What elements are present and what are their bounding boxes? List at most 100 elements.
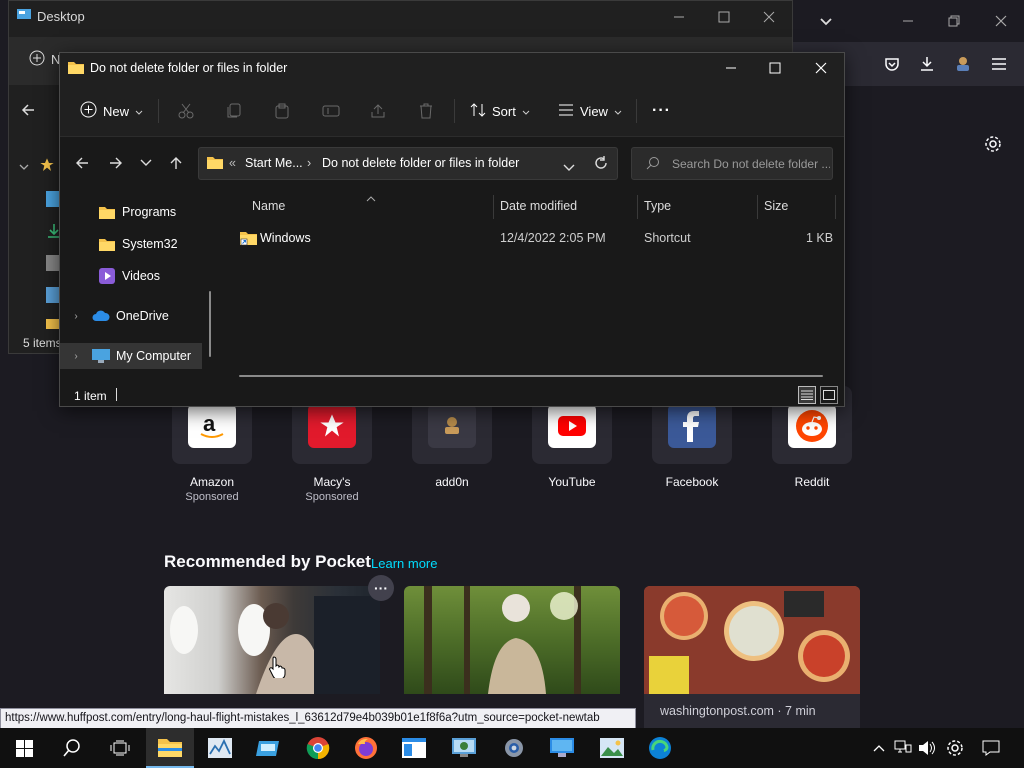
pocket-card-menu-button[interactable]: ··· [368, 575, 394, 601]
nav-item-system32[interactable]: System32 [60, 231, 210, 257]
status-bar: 1 item [60, 383, 844, 408]
top-site-label: Facebook [665, 475, 719, 489]
desktop-expand-chevron-icon[interactable] [19, 159, 29, 177]
address-bar[interactable]: « Start Me... › Do not delete folder or … [198, 147, 618, 180]
top-site-label: Amazon [189, 475, 235, 489]
breadcrumb-overflow[interactable]: « [229, 156, 236, 170]
system-info-icon[interactable] [440, 728, 488, 768]
toolbar-divider [158, 99, 159, 123]
plus-icon [80, 101, 97, 121]
resource-monitor-icon[interactable] [196, 728, 244, 768]
nav-item-onedrive[interactable]: › OneDrive [60, 303, 210, 329]
column-header-name[interactable]: Name [252, 199, 285, 213]
nav-item-my-computer[interactable]: › My Computer [60, 343, 202, 369]
minimize-button[interactable] [708, 53, 754, 83]
app-window-icon[interactable] [244, 728, 292, 768]
back-icon[interactable] [70, 151, 94, 175]
rename-icon[interactable] [322, 95, 340, 127]
chrome-icon[interactable] [294, 728, 342, 768]
nav-item-label: System32 [122, 237, 178, 251]
column-divider[interactable] [835, 195, 836, 219]
search-icon [646, 156, 660, 173]
column-header-date-modified[interactable]: Date modified [500, 199, 577, 213]
column-header-type[interactable]: Type [644, 199, 671, 213]
navigation-scrollbar[interactable] [209, 291, 211, 357]
desktop-close-button[interactable] [754, 7, 784, 27]
details-view-icon[interactable] [798, 386, 816, 404]
copy-icon[interactable] [226, 95, 242, 127]
file-name: Windows [260, 231, 311, 245]
address-dropdown-chevron-icon[interactable] [563, 159, 575, 177]
settings-gear-taskbar-icon[interactable] [490, 728, 538, 768]
folder-icon [98, 204, 116, 220]
extension-icon[interactable] [950, 51, 976, 77]
network-icon[interactable] [890, 728, 916, 768]
menu-icon[interactable] [986, 51, 1012, 77]
nav-item-programs[interactable]: Programs [60, 199, 210, 225]
recent-locations-chevron-icon[interactable] [134, 151, 158, 175]
search-icon[interactable] [48, 728, 96, 768]
desktop-maximize-button[interactable] [709, 7, 739, 27]
large-icons-view-icon[interactable] [820, 386, 838, 404]
expand-chevron-icon[interactable]: › [70, 311, 82, 322]
pocket-icon[interactable] [879, 51, 905, 77]
tab-list-chevron-icon[interactable] [811, 8, 841, 34]
desktop-window-title: Desktop [17, 9, 85, 24]
close-button[interactable] [798, 53, 844, 83]
sort-icon [470, 102, 486, 121]
start-windows-icon[interactable] [0, 728, 48, 768]
desktop-minimize-button[interactable] [664, 7, 694, 27]
desktop-back-icon[interactable] [21, 103, 35, 122]
edge-icon[interactable] [636, 728, 684, 768]
up-icon[interactable] [164, 151, 188, 175]
settings-gear-icon[interactable] [981, 132, 1005, 156]
firefox-icon[interactable] [342, 728, 390, 768]
breadcrumb-start-menu[interactable]: Start Me... [245, 156, 303, 170]
breadcrumb-current-folder[interactable]: Do not delete folder or files in folder [322, 156, 519, 170]
delete-icon[interactable] [418, 95, 434, 127]
firefox-restore-button[interactable] [939, 8, 969, 34]
column-divider[interactable] [493, 195, 494, 219]
new-button[interactable]: New [80, 95, 143, 127]
file-explorer-taskbar-icon[interactable] [146, 728, 194, 768]
quick-access-star-icon[interactable] [39, 157, 55, 178]
facebook-icon [668, 404, 716, 448]
expand-chevron-icon[interactable]: › [70, 351, 82, 362]
top-site-sponsored: Sponsored [305, 491, 359, 503]
desktop-title-text: Desktop [37, 9, 85, 24]
control-panel-window-icon[interactable] [390, 728, 438, 768]
task-view-icon[interactable] [96, 728, 144, 768]
explorer-titlebar[interactable]: Do not delete folder or files in folder [60, 53, 844, 83]
more-options-button[interactable]: ··· [652, 95, 671, 127]
onedrive-icon [92, 308, 110, 324]
column-divider[interactable] [637, 195, 638, 219]
maximize-button[interactable] [752, 53, 798, 83]
remote-desktop-icon[interactable] [538, 728, 586, 768]
photos-icon[interactable] [588, 728, 636, 768]
firefox-minimize-button[interactable] [893, 8, 923, 34]
firefox-close-button[interactable] [986, 8, 1016, 34]
column-header-size[interactable]: Size [764, 199, 788, 213]
cut-icon[interactable] [178, 95, 194, 127]
column-divider[interactable] [757, 195, 758, 219]
view-button[interactable]: View [558, 95, 622, 127]
forward-icon[interactable] [104, 151, 128, 175]
downloads-icon[interactable] [914, 51, 940, 77]
breadcrumb-separator: › [307, 156, 312, 170]
settings-gear-icon[interactable] [942, 728, 968, 768]
desktop-new-button[interactable]: N [29, 50, 60, 69]
pocket-card-image[interactable] [644, 586, 860, 694]
nav-item-videos[interactable]: Videos [60, 263, 210, 289]
pocket-card-image[interactable] [404, 586, 620, 694]
pocket-learn-more-link[interactable]: Learn more [371, 556, 437, 571]
paste-icon[interactable] [274, 95, 290, 127]
refresh-icon[interactable] [594, 156, 608, 175]
volume-icon[interactable] [914, 728, 940, 768]
horizontal-scrollbar[interactable] [239, 375, 823, 377]
notifications-icon[interactable] [978, 728, 1004, 768]
search-box[interactable]: Search Do not delete folder ... [631, 147, 833, 180]
sort-button[interactable]: Sort [470, 95, 530, 127]
youtube-icon [548, 404, 596, 448]
tray-overflow-chevron-icon[interactable] [866, 728, 892, 768]
share-icon[interactable] [370, 95, 386, 127]
